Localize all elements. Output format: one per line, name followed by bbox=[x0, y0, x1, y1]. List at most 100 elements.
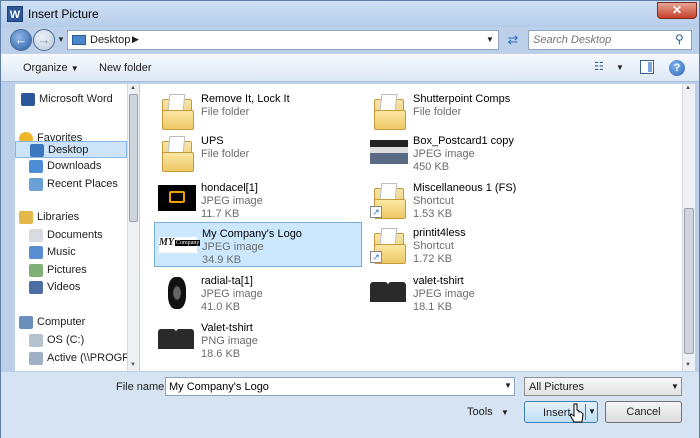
insert-button[interactable]: Insert ▼ bbox=[524, 401, 598, 423]
cancel-button[interactable]: Cancel bbox=[605, 401, 682, 423]
nav-item-os-c[interactable]: OS (C:) bbox=[15, 332, 127, 349]
computer-icon bbox=[19, 316, 33, 329]
nav-item-music[interactable]: Music bbox=[15, 244, 127, 261]
folder-icon bbox=[158, 93, 196, 130]
file-size: 18.6 KB bbox=[201, 348, 241, 360]
file-item[interactable]: Shutterpoint Comps File folder bbox=[366, 88, 574, 133]
file-item[interactable]: ↗ Miscellaneous 1 (FS) Shortcut 1.53 KB bbox=[366, 177, 574, 222]
file-size: 41.0 KB bbox=[201, 301, 241, 313]
tire-thumbnail bbox=[158, 275, 196, 311]
chevron-down-icon[interactable]: ▼ bbox=[504, 381, 512, 390]
tools-button[interactable]: Tools bbox=[467, 406, 493, 418]
file-name: Box_Postcard1 copy bbox=[413, 135, 514, 147]
file-type: JPEG image bbox=[413, 148, 475, 160]
tshirt-thumbnail bbox=[158, 327, 196, 351]
scrollbar-thumb[interactable] bbox=[684, 208, 694, 354]
nav-item-pictures[interactable]: Pictures bbox=[15, 262, 127, 279]
file-name: Remove It, Lock It bbox=[201, 93, 290, 105]
network-drive-icon bbox=[29, 352, 43, 365]
search-box[interactable]: ⚲ bbox=[528, 30, 692, 50]
refresh-button[interactable]: ⇄ bbox=[503, 30, 523, 50]
nav-item-label: Music bbox=[47, 246, 76, 258]
change-view-button[interactable]: ☷ ▼ bbox=[594, 60, 626, 77]
nav-item-documents[interactable]: Documents bbox=[15, 227, 127, 244]
close-button[interactable]: ✕ bbox=[657, 2, 697, 19]
forward-button[interactable]: → bbox=[33, 29, 55, 51]
file-size: 11.7 KB bbox=[201, 208, 240, 220]
mouse-cursor-icon bbox=[570, 403, 584, 423]
file-item[interactable]: Valet-tshirt PNG image 18.6 KB bbox=[154, 317, 362, 362]
file-type-select[interactable]: All Pictures ▼ bbox=[524, 377, 682, 396]
chevron-right-icon[interactable]: ▶ bbox=[132, 34, 139, 45]
file-item[interactable]: Remove It, Lock It File folder bbox=[154, 88, 362, 133]
address-dropdown-icon[interactable]: ▼ bbox=[486, 35, 494, 44]
file-name: hondacel[1] bbox=[201, 182, 258, 194]
organize-button[interactable]: Organize ▼ bbox=[23, 62, 79, 74]
logo-thumbnail: MY Company bbox=[159, 237, 201, 253]
nav-item-microsoft-word[interactable]: Microsoft Word bbox=[15, 91, 127, 108]
engine-light-thumbnail bbox=[158, 185, 196, 211]
file-name: Valet-tshirt bbox=[201, 322, 253, 334]
file-name-input[interactable] bbox=[169, 380, 489, 394]
toolbar: Organize ▼ New folder ☷ ▼ ? bbox=[1, 54, 699, 82]
nav-item-libraries[interactable]: Libraries bbox=[15, 209, 127, 226]
drive-icon bbox=[29, 334, 43, 347]
nav-item-recent-places[interactable]: Recent Places bbox=[15, 176, 127, 193]
file-type: Shortcut bbox=[413, 240, 454, 252]
scrollbar-thumb[interactable] bbox=[129, 94, 138, 222]
address-location[interactable]: Desktop bbox=[90, 34, 130, 46]
title-bar: W Insert Picture ✕ bbox=[1, 1, 699, 27]
scroll-up-icon[interactable]: ▲ bbox=[685, 85, 691, 91]
recent-pages-dropdown-icon[interactable]: ▼ bbox=[57, 35, 65, 44]
file-type: PNG image bbox=[201, 335, 258, 347]
file-list-scrollbar[interactable]: ▲ ▼ bbox=[682, 84, 695, 371]
file-type: JPEG image bbox=[201, 288, 263, 300]
desktop-icon bbox=[72, 35, 86, 45]
nav-item-label: Documents bbox=[47, 229, 103, 241]
nav-item-videos[interactable]: Videos bbox=[15, 279, 127, 296]
nav-item-downloads[interactable]: Downloads bbox=[15, 158, 127, 175]
tshirt-thumbnail bbox=[370, 280, 408, 304]
file-size: 18.1 KB bbox=[413, 301, 453, 313]
file-item[interactable]: hondacel[1] JPEG image 11.7 KB bbox=[154, 177, 362, 222]
nav-item-desktop[interactable]: Desktop bbox=[15, 141, 127, 158]
file-item[interactable]: MY Company My Company's Logo JPEG image 34.9… bbox=[154, 222, 362, 267]
file-item[interactable]: valet-tshirt JPEG image 18.1 KB bbox=[366, 270, 574, 315]
help-button[interactable]: ? bbox=[669, 60, 685, 76]
scroll-up-icon[interactable]: ▲ bbox=[130, 85, 136, 91]
file-type: JPEG image bbox=[413, 288, 475, 300]
insert-picture-dialog: W Insert Picture ✕ ← → ▼ Desktop ▶ ▼ ⇄ ⚲… bbox=[0, 0, 700, 438]
nav-item-label: OS (C:) bbox=[47, 334, 85, 346]
nav-item-computer[interactable]: Computer bbox=[15, 314, 127, 331]
new-folder-button[interactable]: New folder bbox=[99, 62, 152, 74]
address-bar[interactable]: Desktop ▶ ▼ bbox=[67, 30, 499, 50]
file-item[interactable]: UPS File folder bbox=[154, 130, 362, 175]
file-size: 1.72 KB bbox=[413, 253, 453, 265]
view-icon: ☷ bbox=[594, 61, 604, 73]
nav-item-label: Recent Places bbox=[47, 178, 118, 190]
organize-label: Organize bbox=[23, 62, 68, 74]
search-icon[interactable]: ⚲ bbox=[675, 32, 684, 46]
insert-options-dropdown-icon[interactable]: ▼ bbox=[588, 407, 596, 416]
address-row: ← → ▼ Desktop ▶ ▼ ⇄ ⚲ bbox=[1, 27, 699, 53]
nav-item-label: Active (\\PROGR bbox=[47, 352, 127, 364]
file-size: 450 KB bbox=[413, 161, 450, 173]
file-item[interactable]: ↗ printit4less Shortcut 1.72 KB bbox=[366, 222, 574, 267]
preview-pane-button[interactable] bbox=[640, 60, 654, 74]
chevron-down-icon[interactable]: ▼ bbox=[501, 408, 509, 417]
pictures-icon bbox=[29, 264, 43, 277]
navigation-scrollbar[interactable]: ▲ ▼ bbox=[127, 84, 139, 371]
file-name-combobox[interactable]: ▼ bbox=[165, 377, 515, 396]
scroll-down-icon[interactable]: ▼ bbox=[130, 362, 136, 368]
scroll-down-icon[interactable]: ▼ bbox=[685, 362, 691, 368]
music-icon bbox=[29, 246, 43, 259]
window-title: Insert Picture bbox=[28, 7, 99, 21]
file-name: radial-ta[1] bbox=[201, 275, 253, 287]
nav-item-active-progr[interactable]: Active (\\PROGR bbox=[15, 350, 127, 367]
file-item[interactable]: Box_Postcard1 copy JPEG image 450 KB bbox=[366, 130, 574, 175]
navigation-pane: Microsoft Word Favorites Desktop Downloads R… bbox=[15, 84, 127, 371]
search-input[interactable] bbox=[533, 33, 669, 47]
file-item[interactable]: radial-ta[1] JPEG image 41.0 KB bbox=[154, 270, 362, 315]
back-button[interactable]: ← bbox=[10, 29, 32, 51]
file-type-value: All Pictures bbox=[529, 381, 585, 393]
